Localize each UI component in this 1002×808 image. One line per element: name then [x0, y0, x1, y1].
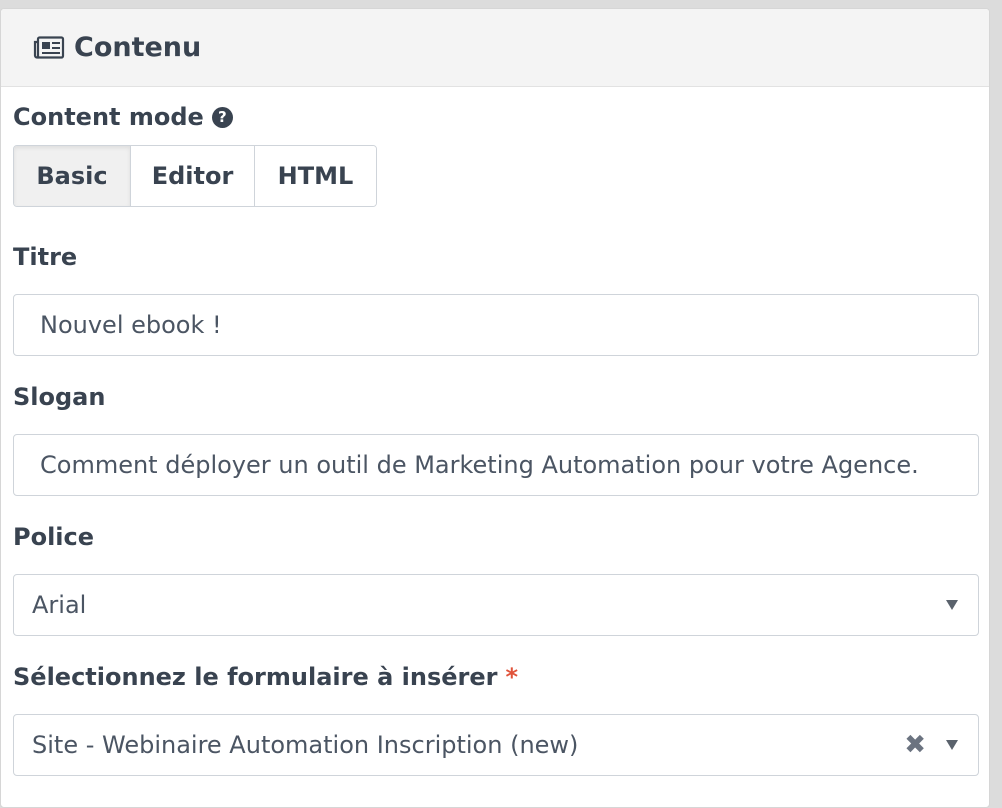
- titre-value: Nouvel ebook !: [40, 311, 222, 339]
- caret-down-icon[interactable]: [946, 740, 958, 750]
- content-mode-label-text: Content mode: [13, 103, 204, 131]
- titre-input[interactable]: Nouvel ebook !: [13, 294, 979, 356]
- slogan-label: Slogan: [13, 383, 105, 411]
- police-value: Arial: [32, 591, 87, 619]
- form-select[interactable]: Site - Webinaire Automation Inscription …: [13, 714, 979, 776]
- titre-label-text: Titre: [13, 243, 78, 271]
- slogan-label-text: Slogan: [13, 383, 106, 411]
- police-label-text: Police: [13, 523, 95, 551]
- help-icon[interactable]: ?: [211, 106, 233, 128]
- panel-title: Contenu: [74, 32, 202, 63]
- content-panel: Contenu Content mode ? Basic Editor HTML…: [0, 8, 990, 808]
- panel-header: Contenu: [1, 9, 989, 87]
- content-mode-basic-button[interactable]: Basic: [14, 146, 131, 206]
- content-mode-html-button[interactable]: HTML: [255, 146, 376, 206]
- caret-down-icon[interactable]: [946, 600, 958, 610]
- police-select[interactable]: Arial: [13, 574, 979, 636]
- content-mode-toggle: Basic Editor HTML: [13, 145, 377, 207]
- newspaper-icon: [33, 35, 65, 60]
- form-select-label: Sélectionnez le formulaire à insérer *: [13, 663, 518, 691]
- content-mode-editor-button[interactable]: Editor: [131, 146, 255, 206]
- titre-label: Titre: [13, 243, 77, 271]
- slogan-value: Comment déployer un outil de Marketing A…: [40, 451, 919, 479]
- slogan-input[interactable]: Comment déployer un outil de Marketing A…: [13, 434, 979, 496]
- content-mode-label: Content mode ?: [13, 103, 233, 131]
- required-mark: *: [505, 663, 519, 691]
- clear-icon[interactable]: ✖: [904, 731, 926, 759]
- form-select-label-text: Sélectionnez le formulaire à insérer: [13, 663, 498, 691]
- police-label: Police: [13, 523, 94, 551]
- form-select-value: Site - Webinaire Automation Inscription …: [32, 731, 579, 759]
